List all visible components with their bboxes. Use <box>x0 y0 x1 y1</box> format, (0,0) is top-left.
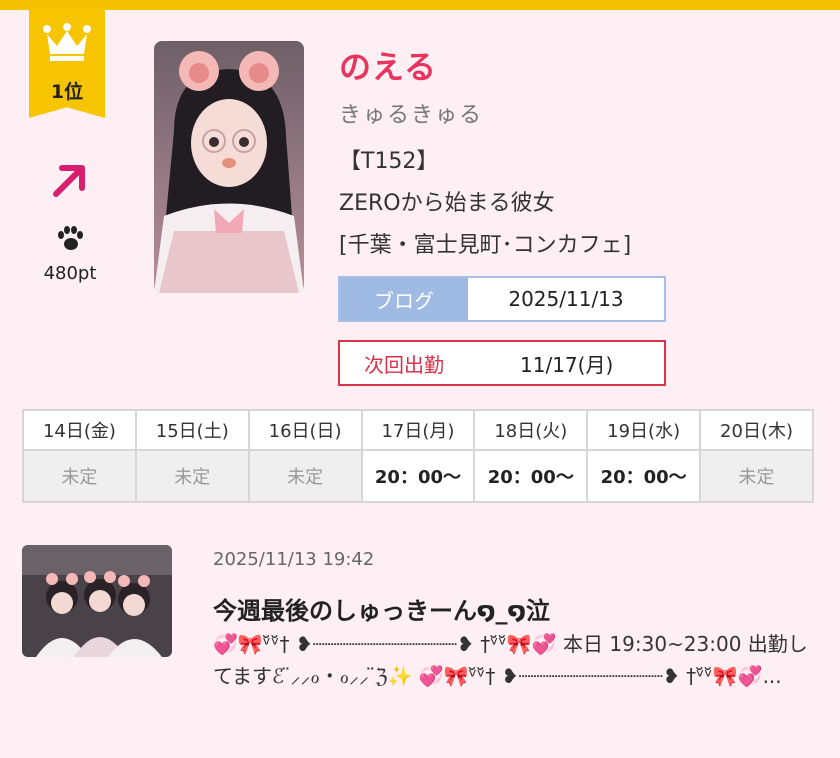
schedule-time: 20：00〜 <box>586 449 702 503</box>
schedule-time: 未定 <box>699 449 814 503</box>
rank-label: 1位 <box>50 81 84 103</box>
top-accent-bar <box>0 0 840 10</box>
rank-badge: 1位 <box>29 10 105 118</box>
post-datetime: 2025/11/13 19:42 <box>213 549 375 570</box>
post-excerpt: 💞🎀ᵛ̆ᵛ̆† ❥┈┈┈┈┈┈┈┈┈┈┈┈❥ †ᵛ̆ᵛ̆🎀💞 本日 19:30~… <box>213 632 808 688</box>
schedule-time: 20：00〜 <box>360 449 476 503</box>
schedule-time: 未定 <box>22 449 137 503</box>
catchphrase: きゅるきゅる <box>339 103 484 128</box>
blog-label[interactable]: ブログ <box>340 278 468 320</box>
profile-photo[interactable] <box>154 41 304 293</box>
schedule-times-row: 未定 未定 未定 20：00〜 20：00〜 20：00〜 未定 <box>22 449 814 503</box>
trend-up-arrow-icon <box>53 165 85 197</box>
blog-post-thumbnail[interactable] <box>22 545 172 657</box>
schedule-day: 20日(木) <box>699 409 814 451</box>
schedule-day: 14日(金) <box>22 409 137 451</box>
schedule-time: 20：00〜 <box>473 449 589 503</box>
schedule-day: 19日(水) <box>586 409 702 451</box>
next-work-date: 11/17(月) <box>520 352 614 377</box>
schedule-time: 未定 <box>247 449 363 503</box>
paw-icon <box>58 226 83 250</box>
cast-name[interactable]: のえる <box>339 42 437 88</box>
post-title[interactable]: 今週最後のしゅっきーん໑_໑泣 <box>213 591 550 626</box>
blog-date: 2025/11/13 <box>508 287 624 311</box>
schedule-table: 14日(金) 15日(土) 16日(日) 17日(月) 18日(火) 19日(水… <box>22 409 814 503</box>
points-value: 480pt <box>43 263 97 284</box>
schedule-day: 17日(月) <box>360 409 476 451</box>
schedule-day: 18日(火) <box>473 409 589 451</box>
blog-link-box[interactable]: ブログ 2025/11/13 <box>338 276 666 322</box>
next-work-box: 次回出勤 11/17(月) <box>338 340 666 386</box>
shop-name[interactable]: ZEROから始まる彼女 <box>339 185 555 217</box>
next-work-label: 次回出勤 <box>364 352 444 377</box>
shop-area: [千葉・富士見町･コンカフェ] <box>339 233 632 258</box>
crown-icon <box>43 23 91 61</box>
schedule-days-row: 14日(金) 15日(土) 16日(日) 17日(月) 18日(火) 19日(水… <box>22 409 814 451</box>
schedule-day-saturday: 15日(土) <box>134 409 250 451</box>
schedule-day-sunday: 16日(日) <box>247 409 363 451</box>
schedule-time: 未定 <box>134 449 250 503</box>
height-info: 【T152】 <box>339 149 439 174</box>
